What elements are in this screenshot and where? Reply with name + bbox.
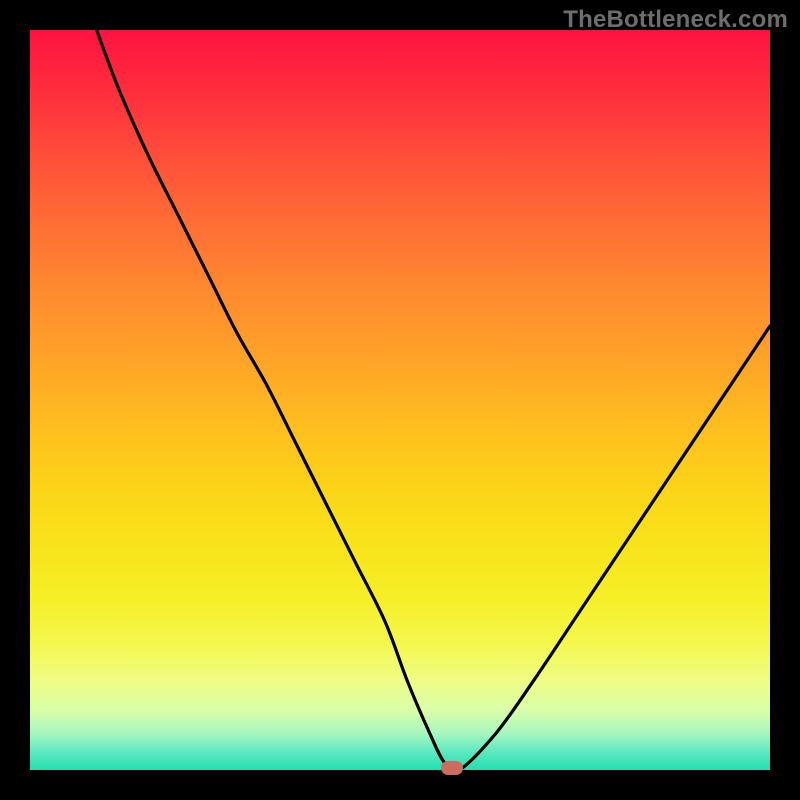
- chart-frame: TheBottleneck.com: [0, 0, 800, 800]
- optimal-point-marker: [441, 761, 463, 775]
- heatmap-background: [30, 30, 770, 770]
- bottleneck-curve: [30, 30, 770, 770]
- curve-path: [97, 30, 770, 770]
